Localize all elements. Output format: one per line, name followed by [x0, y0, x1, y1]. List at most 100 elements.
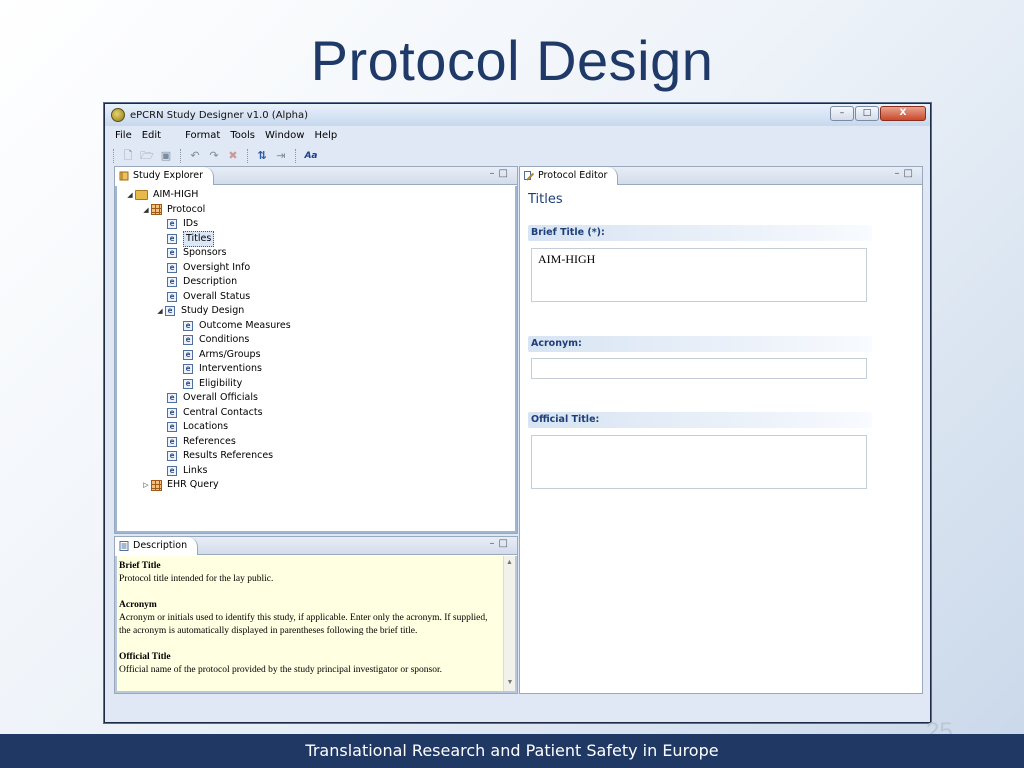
menu-format[interactable]: Format [180, 128, 225, 144]
tree-label: Conditions [199, 334, 250, 345]
tree-node-ids[interactable]: e IDs [167, 217, 198, 231]
close-button[interactable]: X [880, 106, 926, 121]
tree-node-ehr-query[interactable]: ▷ EHR Query [141, 478, 219, 492]
open-folder-icon[interactable]: 🗁 [139, 148, 155, 164]
description-scrollbar[interactable]: ▲ ▼ [503, 556, 515, 691]
element-icon: e [167, 277, 177, 287]
tree-label: Sponsors [183, 247, 227, 258]
tree-node-eligibility[interactable]: e Eligibility [183, 377, 242, 391]
tab-protocol-editor[interactable]: Protocol Editor [520, 167, 619, 185]
menu-tools[interactable]: Tools [225, 128, 260, 144]
element-icon: e [165, 306, 175, 316]
tree-label: Description [183, 276, 238, 287]
tree-label: Links [183, 464, 208, 476]
menu-help[interactable]: Help [309, 128, 342, 144]
tree-node-arms-groups[interactable]: e Arms/Groups [183, 348, 261, 362]
acronym-label: Acronym: [528, 336, 872, 352]
tree-node-overall-status[interactable]: e Overall Status [167, 290, 250, 304]
toolbar-separator [113, 149, 114, 163]
tree-node-results-references[interactable]: e Results References [167, 449, 273, 463]
tree-node-references[interactable]: e References [167, 435, 236, 449]
element-icon: e [167, 291, 177, 302]
tab-description[interactable]: Description [115, 537, 199, 555]
protocol-editor-panel: Protocol Editor –□ Titles Brief Title (*… [519, 166, 923, 694]
tab-label: Protocol Editor [538, 170, 608, 181]
menu-edit[interactable]: Edit [137, 128, 166, 144]
tree-node-links[interactable]: e Links [167, 464, 207, 478]
minimize-button[interactable]: – [830, 106, 854, 121]
redo-icon[interactable]: ↷ [206, 148, 222, 164]
tree-node-interventions[interactable]: e Interventions [183, 362, 262, 376]
collapse-icon[interactable]: ◢ [141, 203, 151, 217]
editor-section-title: Titles [528, 192, 563, 207]
element-icon: e [167, 422, 177, 432]
new-icon[interactable]: 🗋 [120, 148, 136, 164]
tree-label: Overall Officials [183, 392, 258, 403]
tree-label: Arms/Groups [199, 348, 261, 360]
tree-node-conditions[interactable]: e Conditions [183, 333, 249, 347]
scroll-up-icon[interactable]: ▲ [504, 556, 515, 569]
pane-minimize-maximize-controls[interactable]: –□ [895, 168, 917, 179]
element-icon: e [183, 320, 193, 331]
collapse-icon[interactable]: ◢ [125, 188, 135, 202]
tree-label: Interventions [199, 363, 262, 374]
tab-study-explorer[interactable]: Study Explorer [115, 167, 215, 185]
import-icon[interactable]: ⇥ [273, 148, 289, 164]
protocol-editor-tabstrip: Protocol Editor –□ [520, 167, 922, 185]
sort-az-icon[interactable]: ⇅ [254, 148, 270, 164]
tree-node-overall-officials[interactable]: e Overall Officials [167, 391, 258, 405]
tab-label: Description [133, 540, 188, 551]
protocol-grid-icon [151, 204, 162, 215]
brief-title-field[interactable]: AIM-HIGH [531, 248, 867, 302]
tree-label: Results References [183, 450, 274, 461]
scroll-down-icon[interactable]: ▼ [504, 676, 516, 689]
app-logo-icon [111, 108, 125, 122]
tree-node-root[interactable]: ◢ AIM-HIGH [125, 188, 198, 202]
tree-label: IDs [183, 218, 199, 229]
menu-file[interactable]: File [110, 128, 137, 144]
pane-minimize-maximize-controls[interactable]: –□ [490, 538, 512, 549]
description-tabstrip: Description –□ [115, 537, 517, 555]
undo-icon[interactable]: ↶ [187, 148, 203, 164]
menubar: File Edit Format Tools Window Help [110, 128, 342, 144]
brief-title-label: Brief Title (*): [528, 225, 872, 241]
description-text: Acronym or initials used to identify thi… [119, 613, 488, 636]
tree-label: EHR Query [167, 479, 219, 490]
tree-node-outcome-measures[interactable]: e Outcome Measures [183, 319, 291, 333]
expand-icon[interactable]: ▷ [141, 478, 151, 492]
tree-node-central-contacts[interactable]: e Central Contacts [167, 406, 263, 420]
tree-node-protocol[interactable]: ◢ Protocol [141, 203, 205, 217]
element-icon: e [167, 451, 177, 461]
slide-footer: Translational Research and Patient Safet… [0, 734, 1024, 768]
font-icon[interactable]: Aa [302, 148, 320, 164]
acronym-field[interactable] [531, 358, 867, 379]
status-bar [105, 696, 930, 722]
menu-window[interactable]: Window [260, 128, 309, 144]
tree-node-sponsors[interactable]: e Sponsors [167, 246, 227, 260]
pane-minimize-maximize-controls[interactable]: –□ [490, 168, 512, 179]
tree-node-description[interactable]: e Description [167, 275, 237, 289]
element-icon: e [167, 465, 177, 476]
official-title-label: Official Title: [528, 412, 872, 428]
element-icon: e [167, 393, 177, 403]
toolbar: 🗋 🗁 ▣ ↶ ↷ ✖ ⇅ ⇥ Aa [110, 146, 320, 166]
edit-pencil-icon [524, 171, 534, 181]
study-explorer-panel: Study Explorer –□ ◢ AIM-HIGH ◢ Protocol … [114, 166, 518, 534]
save-icon[interactable]: ▣ [158, 148, 174, 164]
description-content: Brief Title Protocol title intended for … [115, 556, 517, 693]
tree-label-selected: Titles [183, 230, 215, 247]
maximize-button[interactable]: □ [855, 106, 879, 121]
tree-node-titles[interactable]: e Titles [167, 230, 215, 247]
toolbar-separator [180, 149, 181, 163]
official-title-field[interactable] [531, 435, 867, 489]
study-tree: ◢ AIM-HIGH ◢ Protocol e IDs e Titles e S… [115, 186, 517, 533]
tab-label: Study Explorer [133, 170, 204, 181]
collapse-icon[interactable]: ◢ [155, 304, 165, 318]
tree-node-locations[interactable]: e Locations [167, 420, 228, 434]
element-icon: e [167, 262, 177, 273]
window-titlebar[interactable]: ePCRN Study Designer v1.0 (Alpha) – □ X [105, 104, 930, 126]
tree-node-oversight-info[interactable]: e Oversight Info [167, 261, 250, 275]
tree-node-study-design[interactable]: ◢ e Study Design [155, 304, 244, 318]
delete-icon[interactable]: ✖ [225, 148, 241, 164]
explorer-icon [119, 171, 129, 181]
